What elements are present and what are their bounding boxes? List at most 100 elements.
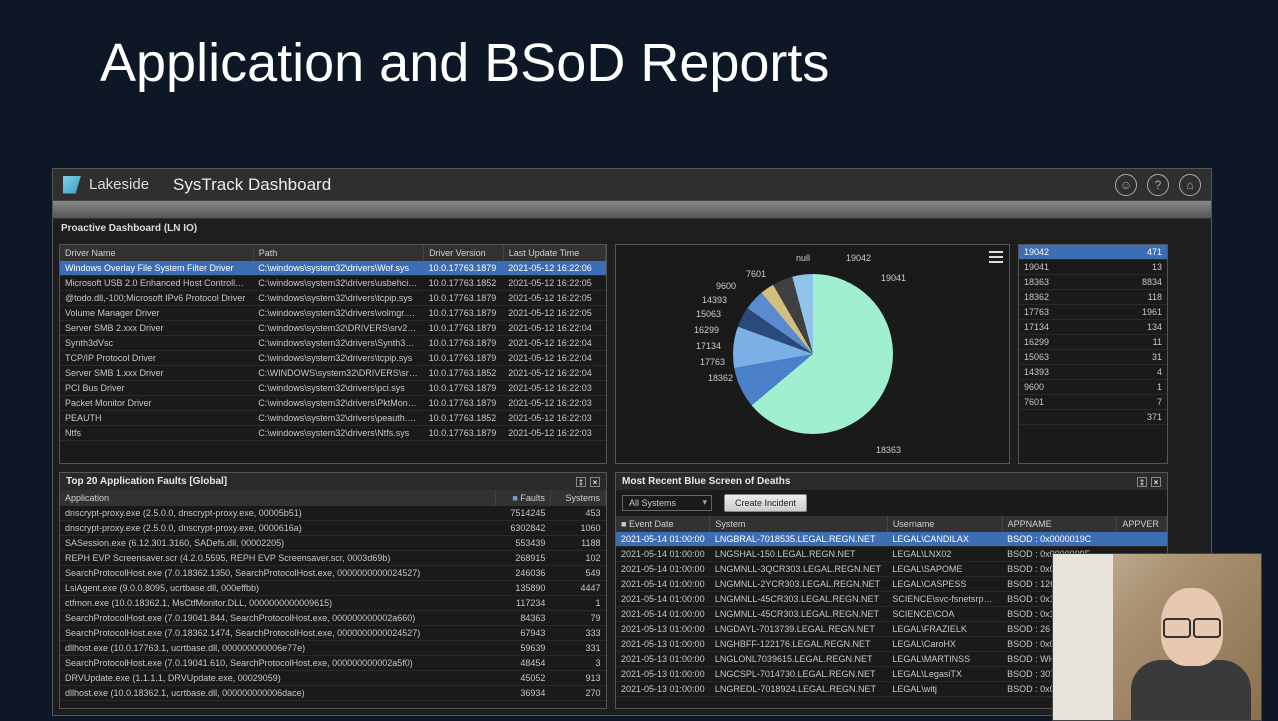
table-cell: 2021-05-12 16:22:05 <box>503 306 605 321</box>
table-row[interactable]: PCI Bus DriverC:\windows\system32\driver… <box>60 381 606 396</box>
table-row[interactable]: SASession.exe (6.12.301.3160, SADefs.dll… <box>60 536 606 551</box>
table-cell: LEGAL\CANDILAX <box>887 532 1002 547</box>
table-row[interactable]: Windows Overlay File System Filter Drive… <box>60 261 606 276</box>
table-row[interactable]: 371 <box>1019 410 1167 425</box>
table-row[interactable]: 1506331 <box>1019 350 1167 365</box>
column-header[interactable]: Faults <box>496 490 551 506</box>
bsod-panel-title: Most Recent Blue Screen of Deaths ‡ × <box>616 473 1167 490</box>
chat-icon[interactable]: ☺ <box>1115 174 1137 196</box>
table-row[interactable]: Microsoft USB 2.0 Enhanced Host Controll… <box>60 276 606 291</box>
stats-table[interactable]: 1904247119041131836388341836211817763196… <box>1019 245 1167 425</box>
table-cell: 79 <box>550 611 605 626</box>
table-cell: 270 <box>550 686 605 701</box>
table-cell: 3 <box>550 656 605 671</box>
table-row[interactable]: LsiAgent.exe (9.0.0.8095, ucrtbase.dll, … <box>60 581 606 596</box>
table-row[interactable]: 2021-05-14 01:00:00LNGBRAL-7018535.LEGAL… <box>616 532 1167 547</box>
create-incident-button[interactable]: Create Incident <box>724 494 807 512</box>
table-cell: 2021-05-12 16:22:04 <box>503 336 605 351</box>
panel-close-icon[interactable]: × <box>1151 477 1161 487</box>
table-row[interactable]: TCP/IP Protocol DriverC:\windows\system3… <box>60 351 606 366</box>
table-row[interactable]: dllhost.exe (10.0.17763.1, ucrtbase.dll,… <box>60 641 606 656</box>
table-row[interactable]: NtfsC:\windows\system32\drivers\Ntfs.sys… <box>60 426 606 441</box>
drivers-table[interactable]: Driver NamePathDriver VersionLast Update… <box>60 245 606 441</box>
table-row[interactable]: 143934 <box>1019 365 1167 380</box>
column-header[interactable]: Driver Name <box>60 245 253 261</box>
table-row[interactable]: Synth3dVscC:\windows\system32\drivers\Sy… <box>60 336 606 351</box>
table-cell: 2021-05-12 16:22:04 <box>503 321 605 336</box>
table-row[interactable]: SearchProtocolHost.exe (7.0.19041.610, S… <box>60 656 606 671</box>
table-cell: PCI Bus Driver <box>60 381 253 396</box>
table-row[interactable]: Server SMB 1.xxx DriverC:\WINDOWS\system… <box>60 366 606 381</box>
table-row[interactable]: 1904113 <box>1019 260 1167 275</box>
table-row[interactable]: 17134134 <box>1019 320 1167 335</box>
table-cell: dnscrypt-proxy.exe (2.5.0.0, dnscrypt-pr… <box>60 506 496 521</box>
systems-dropdown[interactable]: All Systems <box>622 495 712 511</box>
help-icon[interactable]: ? <box>1147 174 1169 196</box>
table-cell: LNGHBFF-122176.LEGAL.REGN.NET <box>710 637 887 652</box>
table-cell: 17134 <box>1019 320 1099 335</box>
table-row[interactable]: dnscrypt-proxy.exe (2.5.0.0, dnscrypt-pr… <box>60 506 606 521</box>
table-cell: 15063 <box>1019 350 1099 365</box>
table-row[interactable]: DRVUpdate.exe (1.1.1.1, DRVUpdate.exe, 0… <box>60 671 606 686</box>
dashboard-title: SysTrack Dashboard <box>173 175 331 195</box>
table-cell: 8834 <box>1099 275 1167 290</box>
table-cell: SearchProtocolHost.exe (7.0.18362.1474, … <box>60 626 496 641</box>
table-cell: LNGREDL-7018924.LEGAL.REGN.NET <box>710 682 887 697</box>
table-cell: Packet Monitor Driver <box>60 396 253 411</box>
table-cell: 14393 <box>1019 365 1099 380</box>
table-cell: LNGMNLL-3QCR303.LEGAL.REGN.NET <box>710 562 887 577</box>
table-row[interactable]: Volume Manager DriverC:\windows\system32… <box>60 306 606 321</box>
table-row[interactable]: dnscrypt-proxy.exe (2.5.0.0, dnscrypt-pr… <box>60 521 606 536</box>
table-row[interactable]: 19042471 <box>1019 245 1167 260</box>
table-cell: 2021-05-13 01:00:00 <box>616 637 710 652</box>
column-header[interactable]: Username <box>887 516 1002 532</box>
table-cell: 453 <box>550 506 605 521</box>
table-row[interactable]: dllhost.exe (10.0.18362.1, ucrtbase.dll,… <box>60 686 606 701</box>
table-row[interactable]: REPH EVP Screensaver.scr (4.2.0.5595, RE… <box>60 551 606 566</box>
table-row[interactable]: PEAUTHC:\windows\system32\drivers\peauth… <box>60 411 606 426</box>
table-row[interactable]: Server SMB 2.xxx DriverC:\windows\system… <box>60 321 606 336</box>
panel-pin-icon[interactable]: ‡ <box>1137 477 1147 487</box>
faults-panel-title: Top 20 Application Faults [Global] ‡ × <box>60 473 606 490</box>
home-icon[interactable]: ⌂ <box>1179 174 1201 196</box>
column-header[interactable]: Application <box>60 490 496 506</box>
table-row[interactable]: ctfmon.exe (10.0.18362.1, MsCtfMonitor.D… <box>60 596 606 611</box>
systrack-window: Lakeside SysTrack Dashboard ☺ ? ⌂ Proact… <box>52 168 1212 716</box>
table-row[interactable]: 96001 <box>1019 380 1167 395</box>
table-row[interactable]: 18362118 <box>1019 290 1167 305</box>
pie-label: 15063 <box>696 309 721 319</box>
table-cell: 59639 <box>496 641 551 656</box>
table-row[interactable]: SearchProtocolHost.exe (7.0.19041.844, S… <box>60 611 606 626</box>
table-cell: DRVUpdate.exe (1.1.1.1, DRVUpdate.exe, 0… <box>60 671 496 686</box>
table-cell: LNGMNLL-2YCR303.LEGAL.REGN.NET <box>710 577 887 592</box>
table-cell: SCIENCE\svc-fsnetsrpa12 <box>887 592 1002 607</box>
table-row[interactable]: @todo.dll,-100;Microsoft IPv6 Protocol D… <box>60 291 606 306</box>
table-cell: C:\WINDOWS\system32\DRIVERS\srv.sys <box>253 366 423 381</box>
table-row[interactable]: 76017 <box>1019 395 1167 410</box>
column-header[interactable]: Systems <box>550 490 605 506</box>
table-cell: C:\windows\system32\drivers\tcpip.sys <box>253 351 423 366</box>
column-header[interactable]: APPNAME <box>1002 516 1117 532</box>
table-cell: LNGCSPL-7014730.LEGAL.REGN.NET <box>710 667 887 682</box>
column-header[interactable]: Last Update Time <box>503 245 605 261</box>
table-row[interactable]: Packet Monitor DriverC:\windows\system32… <box>60 396 606 411</box>
panel-close-icon[interactable]: × <box>590 477 600 487</box>
table-row[interactable]: 183638834 <box>1019 275 1167 290</box>
faults-table[interactable]: ApplicationFaultsSystems dnscrypt-proxy.… <box>60 490 606 701</box>
column-header[interactable]: APPVER <box>1117 516 1167 532</box>
column-header[interactable]: System <box>710 516 887 532</box>
app-header: Lakeside SysTrack Dashboard ☺ ? ⌂ <box>53 169 1211 201</box>
panel-pin-icon[interactable]: ‡ <box>576 477 586 487</box>
table-row[interactable]: 1629911 <box>1019 335 1167 350</box>
build-stats-panel: 1904247119041131836388341836211817763196… <box>1018 244 1168 464</box>
table-cell: 2021-05-12 16:22:03 <box>503 426 605 441</box>
column-header[interactable]: Path <box>253 245 423 261</box>
column-header[interactable]: Event Date <box>616 516 710 532</box>
table-row[interactable]: SearchProtocolHost.exe (7.0.18362.1350, … <box>60 566 606 581</box>
column-header[interactable]: Driver Version <box>424 245 504 261</box>
table-row[interactable]: 177631961 <box>1019 305 1167 320</box>
table-cell: 31 <box>1099 350 1167 365</box>
table-cell: 333 <box>550 626 605 641</box>
table-row[interactable]: SearchProtocolHost.exe (7.0.18362.1474, … <box>60 626 606 641</box>
table-cell: 10.0.17763.1879 <box>424 306 504 321</box>
